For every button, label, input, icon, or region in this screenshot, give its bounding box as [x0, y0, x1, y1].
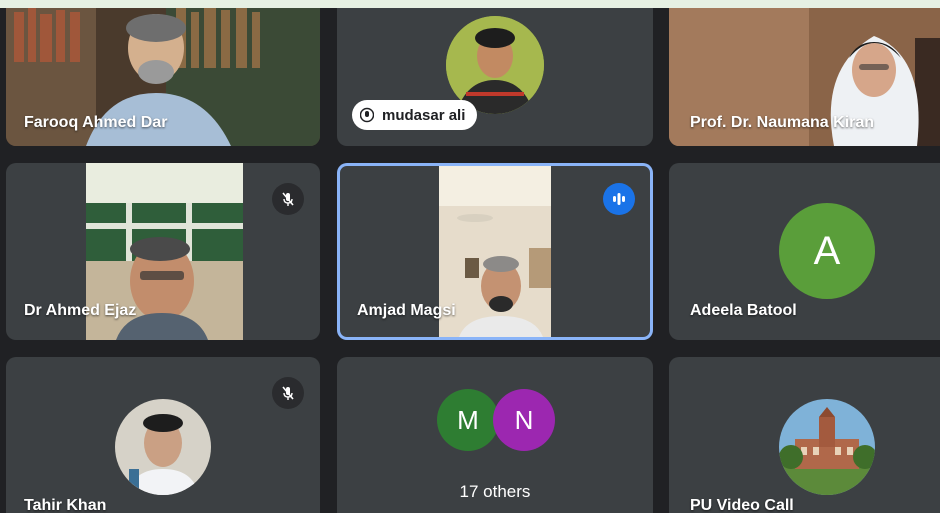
participant-name: Dr Ahmed Ejaz	[24, 302, 137, 319]
speaking-chip: mudasar ali	[352, 100, 478, 130]
participant-tile-pu-video-call[interactable]: PU Video Call	[669, 357, 940, 513]
participant-tile-mudasar[interactable]: mudasar ali	[337, 8, 653, 146]
participant-tile-amjad-magsi[interactable]: Amjad Magsi	[337, 163, 653, 340]
participant-name: Farooq Ahmed Dar	[24, 114, 168, 131]
avatar: M	[437, 389, 499, 451]
others-tile[interactable]: M N 17 others	[337, 357, 653, 513]
avatar	[779, 399, 875, 495]
participant-name: Adeela Batool	[690, 302, 797, 319]
participant-tile-farooq[interactable]: Farooq Ahmed Dar	[6, 8, 320, 146]
avatar-letter: A	[813, 228, 841, 273]
meeting-grid: Farooq Ahmed Dar mudasar ali Prof. Dr. N…	[0, 8, 940, 513]
participant-name: PU Video Call	[690, 497, 794, 513]
participant-tile-naumana[interactable]: Prof. Dr. Naumana Kiran	[669, 8, 940, 146]
others-count-label: 17 others	[459, 482, 531, 501]
participant-tile-ahmed-ejaz[interactable]: Dr Ahmed Ejaz	[6, 163, 320, 340]
speaking-indicator-icon	[603, 183, 635, 215]
microphone-icon	[360, 107, 374, 123]
avatar-letter: M	[457, 404, 479, 435]
avatar: N	[493, 389, 555, 451]
avatar	[115, 399, 211, 495]
muted-microphone-icon	[272, 183, 304, 215]
participant-name: Prof. Dr. Naumana Kiran	[690, 114, 875, 131]
participant-tile-tahir-khan[interactable]: Tahir Khan	[6, 357, 320, 513]
participant-name: Tahir Khan	[24, 497, 107, 513]
participant-name: Amjad Magsi	[357, 302, 456, 319]
participant-tile-adeela-batool[interactable]: A Adeela Batool	[669, 163, 940, 340]
avatar: A	[779, 203, 875, 299]
muted-microphone-icon	[272, 377, 304, 409]
avatar-letter: N	[514, 404, 534, 435]
participant-name: mudasar ali	[382, 106, 466, 124]
